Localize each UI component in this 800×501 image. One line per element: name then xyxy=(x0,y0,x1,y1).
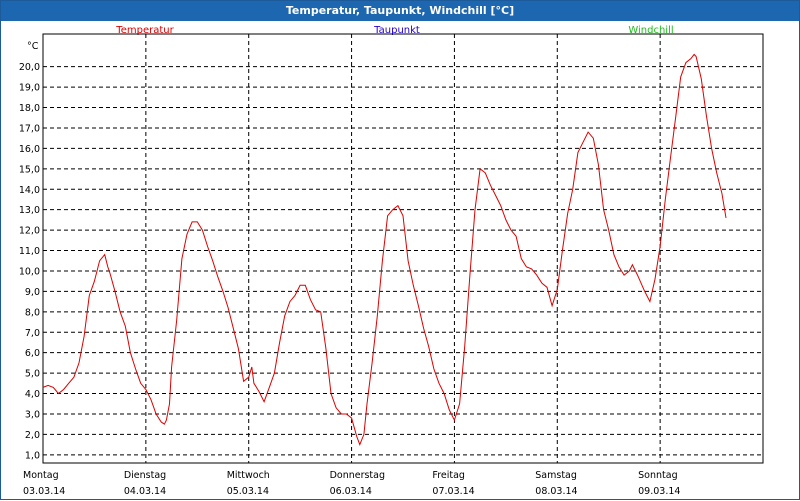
y-tick-label: 15,0 xyxy=(19,164,40,175)
x-day-date: 06.03.14 xyxy=(330,486,372,497)
x-day-date: 03.03.14 xyxy=(23,486,65,497)
y-tick-label: 20,0 xyxy=(19,62,40,73)
x-day-name: Sonntag xyxy=(638,470,677,481)
x-day-date: 05.03.14 xyxy=(227,486,269,497)
x-day-date: 08.03.14 xyxy=(535,486,577,497)
y-tick-label: 13,0 xyxy=(19,205,40,216)
y-tick-label: 12,0 xyxy=(19,226,40,237)
y-tick-label: 11,0 xyxy=(19,246,40,257)
y-tick-label: 14,0 xyxy=(19,185,40,196)
y-tick-label: 3,0 xyxy=(25,409,40,420)
y-tick-label: 10,0 xyxy=(19,266,40,277)
y-tick-label: 6,0 xyxy=(25,348,40,359)
x-day-date: 09.03.14 xyxy=(638,486,680,497)
y-tick-label: 2,0 xyxy=(25,430,40,441)
x-day-name: Dienstag xyxy=(124,470,166,481)
x-day-name: Freitag xyxy=(432,470,465,481)
x-day-name: Donnerstag xyxy=(330,470,385,481)
y-tick-label: 16,0 xyxy=(19,144,40,155)
y-tick-label: 7,0 xyxy=(25,328,40,339)
y-tick-label: 5,0 xyxy=(25,369,40,380)
y-tick-label: 18,0 xyxy=(19,103,40,114)
y-tick-label: 8,0 xyxy=(25,307,40,318)
y-tick-label: 17,0 xyxy=(19,123,40,134)
x-day-name: Samstag xyxy=(535,470,577,481)
x-day-name: Mittwoch xyxy=(227,470,270,481)
x-day-name: Montag xyxy=(23,470,59,481)
x-day-date: 04.03.14 xyxy=(124,486,166,497)
y-tick-label: 19,0 xyxy=(19,83,40,94)
y-tick-label: 9,0 xyxy=(25,287,40,298)
y-axis-unit: °C xyxy=(27,41,39,52)
chart-plot: 1,0 2,0 3,0 4,0 5,0 6,0 7,0 8,0 9,0 10,0 11,0 12,0 1… xyxy=(19,33,764,497)
y-tick-label: 1,0 xyxy=(25,450,40,461)
x-day-date: 07.03.14 xyxy=(432,486,474,497)
chart-window: Temperatur, Taupunkt, Windchill [°C] Tem… xyxy=(0,0,800,500)
y-tick-label: 4,0 xyxy=(25,389,40,400)
